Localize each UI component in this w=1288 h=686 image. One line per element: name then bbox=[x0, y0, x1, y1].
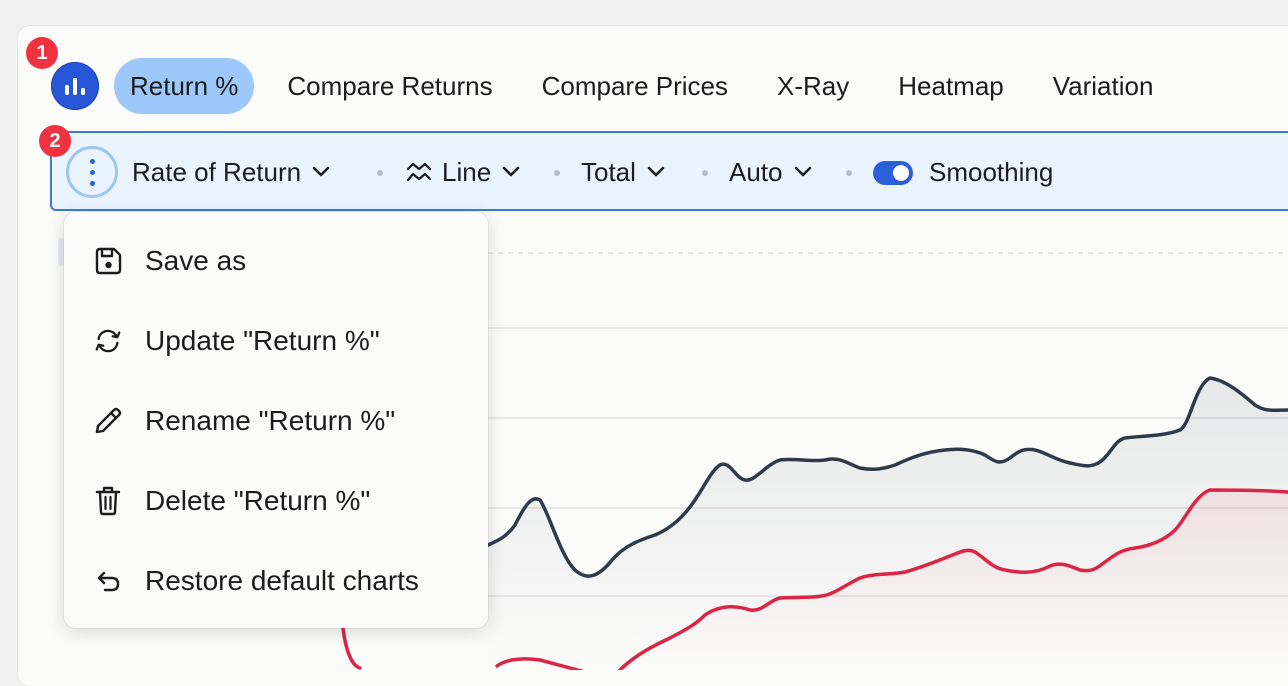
chevron-down-icon bbox=[647, 166, 665, 177]
tab-return-percent[interactable]: Return % bbox=[114, 58, 255, 114]
trash-icon bbox=[92, 485, 124, 517]
scale-label: Auto bbox=[729, 156, 783, 187]
menu-item-label: Save as bbox=[145, 245, 247, 276]
bar-chart-icon bbox=[65, 78, 85, 95]
menu-item-save-as[interactable]: Save as bbox=[64, 231, 488, 291]
metric-label: Rate of Return bbox=[132, 156, 302, 187]
toolbar-separator bbox=[702, 170, 708, 176]
tab-heatmap[interactable]: Heatmap bbox=[882, 58, 1020, 114]
aggregation-dropdown[interactable]: Total bbox=[581, 152, 666, 192]
menu-item-delete[interactable]: Delete "Return %" bbox=[64, 471, 488, 531]
options-menu: Save as Update "Return %" Rename "Return… bbox=[64, 212, 488, 628]
series-red-line-left bbox=[341, 626, 362, 670]
smoothing-toggle[interactable] bbox=[873, 161, 913, 185]
tab-compare-prices[interactable]: Compare Prices bbox=[526, 58, 744, 114]
bar-chart-app-icon[interactable] bbox=[51, 62, 99, 110]
step-badge-2: 2 bbox=[39, 125, 71, 157]
chevron-down-icon bbox=[502, 166, 520, 177]
menu-item-label: Restore default charts bbox=[145, 565, 419, 596]
kebab-dot bbox=[89, 180, 95, 186]
undo-icon bbox=[92, 565, 124, 597]
metric-dropdown[interactable]: Rate of Return bbox=[132, 152, 331, 192]
aggregation-label: Total bbox=[581, 156, 636, 187]
step-badge-1: 1 bbox=[26, 37, 58, 69]
chart-type-label: Line bbox=[442, 156, 492, 187]
menu-item-rename[interactable]: Rename "Return %" bbox=[64, 391, 488, 451]
kebab-dot bbox=[89, 169, 95, 175]
menu-item-update[interactable]: Update "Return %" bbox=[64, 311, 488, 371]
scale-dropdown[interactable]: Auto bbox=[729, 152, 813, 192]
menu-item-label: Rename "Return %" bbox=[145, 405, 396, 436]
menu-item-label: Delete "Return %" bbox=[145, 485, 371, 516]
save-icon bbox=[92, 245, 124, 277]
menu-item-restore-defaults[interactable]: Restore default charts bbox=[64, 551, 488, 611]
tab-variation[interactable]: Variation bbox=[1037, 58, 1170, 114]
smoothing-label: Smoothing bbox=[929, 156, 1054, 187]
toolbar-separator bbox=[846, 170, 852, 176]
chevron-down-icon bbox=[312, 166, 330, 177]
kebab-dot bbox=[89, 158, 95, 164]
pencil-icon bbox=[92, 405, 124, 437]
chart-type-dropdown[interactable]: Line bbox=[406, 152, 521, 192]
chevron-down-icon bbox=[794, 166, 811, 177]
menu-item-label: Update "Return %" bbox=[145, 325, 380, 356]
tab-x-ray[interactable]: X-Ray bbox=[761, 58, 865, 114]
refresh-icon bbox=[92, 325, 124, 357]
chart-tabs: Return % Compare Returns Compare Prices … bbox=[114, 58, 1186, 114]
toolbar-separator bbox=[377, 170, 383, 176]
line-chart-type-icon bbox=[406, 162, 432, 182]
tab-compare-returns[interactable]: Compare Returns bbox=[271, 58, 508, 114]
more-options-button[interactable] bbox=[66, 146, 118, 198]
toolbar-separator bbox=[554, 170, 560, 176]
